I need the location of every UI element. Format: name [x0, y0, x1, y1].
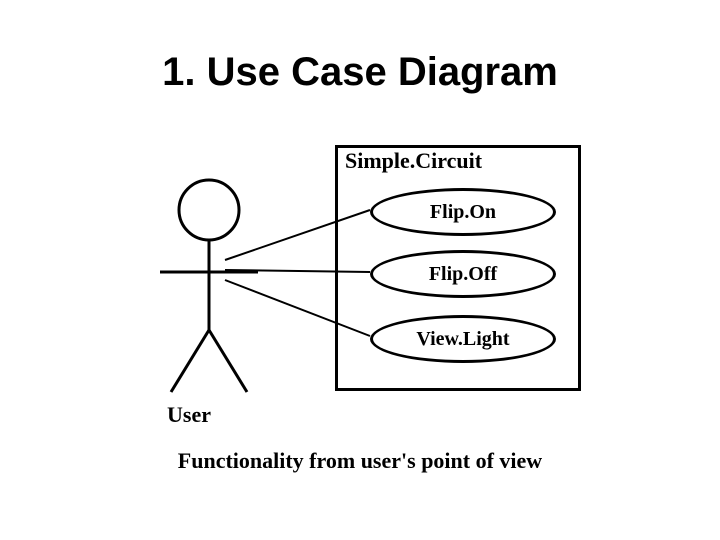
usecase-label: View.Light — [416, 328, 509, 351]
usecase-ellipse: View.Light — [370, 315, 556, 363]
diagram-caption: Functionality from user's point of view — [0, 448, 720, 474]
actor-leg-left-icon — [171, 330, 209, 392]
diagram-canvas: 1. Use Case Diagram Simple.Circuit Flip.… — [0, 0, 720, 540]
usecase-label: Flip.On — [430, 201, 496, 224]
actor-label: User — [167, 402, 211, 428]
usecase-ellipse: Flip.Off — [370, 250, 556, 298]
diagram-title: 1. Use Case Diagram — [0, 50, 720, 95]
usecase-ellipse: Flip.On — [370, 188, 556, 236]
actor-leg-right-icon — [209, 330, 247, 392]
system-name-label: Simple.Circuit — [345, 148, 482, 174]
usecase-label: Flip.Off — [429, 263, 497, 286]
actor-head-icon — [179, 180, 239, 240]
